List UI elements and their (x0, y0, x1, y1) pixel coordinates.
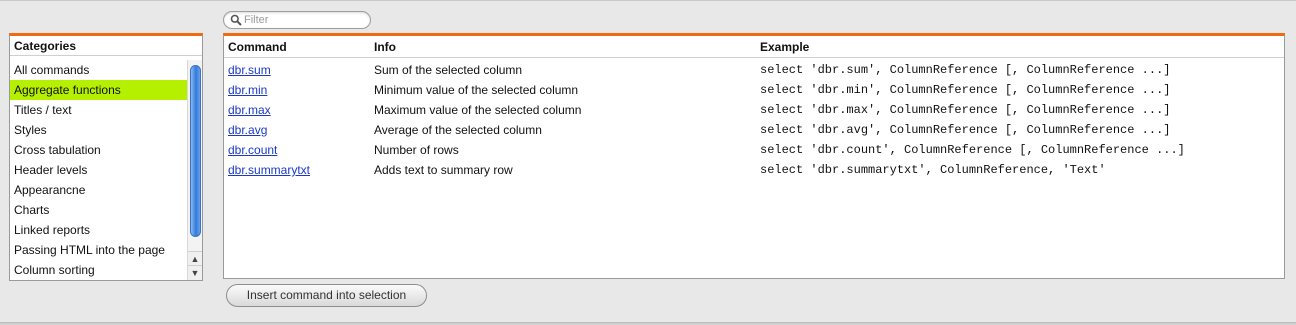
command-info: Number of rows (374, 143, 459, 157)
command-info: Sum of the selected column (374, 63, 523, 77)
category-item[interactable]: All commands (10, 60, 188, 80)
command-link[interactable]: dbr.count (228, 140, 277, 160)
category-item[interactable]: Charts (10, 200, 188, 220)
command-info: Average of the selected column (374, 123, 542, 137)
category-item[interactable]: Styles (10, 120, 188, 140)
commands-table-header: Command Info Example (224, 36, 1284, 58)
categories-panel: Categories All commands Aggregate functi… (9, 33, 203, 281)
category-item[interactable]: Column sorting (10, 260, 188, 280)
command-example: select 'dbr.summarytxt', ColumnReference… (760, 163, 1106, 177)
filter-input[interactable] (244, 13, 364, 27)
scroll-down-arrow-icon[interactable]: ▼ (188, 265, 202, 280)
search-icon (230, 14, 242, 26)
table-row[interactable]: dbr.min Minimum value of the selected co… (224, 80, 1284, 100)
categories-header: Categories (10, 36, 202, 56)
command-link[interactable]: dbr.min (228, 80, 267, 100)
table-row[interactable]: dbr.sum Sum of the selected column selec… (224, 60, 1284, 80)
command-link[interactable]: dbr.max (228, 100, 271, 120)
command-info: Maximum value of the selected column (374, 103, 582, 117)
filter-field[interactable] (223, 11, 371, 29)
category-item[interactable]: Titles / text (10, 100, 188, 120)
column-header-info[interactable]: Info (374, 40, 396, 54)
category-item[interactable]: Passing HTML into the page (10, 240, 188, 260)
category-item[interactable]: Linked reports (10, 220, 188, 240)
command-example: select 'dbr.min', ColumnReference [, Col… (760, 83, 1171, 97)
scrollbar-thumb[interactable] (190, 65, 201, 237)
column-header-example[interactable]: Example (760, 40, 809, 54)
table-row[interactable]: dbr.summarytxt Adds text to summary row … (224, 160, 1284, 180)
table-row[interactable]: dbr.avg Average of the selected column s… (224, 120, 1284, 140)
table-row[interactable]: dbr.count Number of rows select 'dbr.cou… (224, 140, 1284, 160)
command-example: select 'dbr.max', ColumnReference [, Col… (760, 103, 1171, 117)
top-divider (0, 0, 1296, 1)
command-info: Minimum value of the selected column (374, 83, 579, 97)
category-item-selected[interactable]: Aggregate functions (10, 80, 188, 100)
command-example: select 'dbr.count', ColumnReference [, C… (760, 143, 1185, 157)
scroll-up-arrow-icon[interactable]: ▲ (188, 251, 202, 266)
command-info: Adds text to summary row (374, 163, 513, 177)
insert-command-button[interactable]: Insert command into selection (226, 284, 427, 307)
table-row[interactable]: dbr.max Maximum value of the selected co… (224, 100, 1284, 120)
command-link[interactable]: dbr.summarytxt (228, 160, 310, 180)
command-link[interactable]: dbr.avg (228, 120, 267, 140)
command-example: select 'dbr.avg', ColumnReference [, Col… (760, 123, 1171, 137)
command-link[interactable]: dbr.sum (228, 60, 271, 80)
categories-list: All commands Aggregate functions Titles … (10, 60, 188, 280)
categories-scrollbar[interactable]: ▲ ▼ (187, 60, 202, 280)
category-item[interactable]: Appearancne (10, 180, 188, 200)
command-example: select 'dbr.sum', ColumnReference [, Col… (760, 63, 1171, 77)
category-item[interactable]: Header levels (10, 160, 188, 180)
category-item[interactable]: Cross tabulation (10, 140, 188, 160)
commands-table: Command Info Example dbr.sum Sum of the … (223, 33, 1285, 279)
column-header-command[interactable]: Command (228, 40, 287, 54)
